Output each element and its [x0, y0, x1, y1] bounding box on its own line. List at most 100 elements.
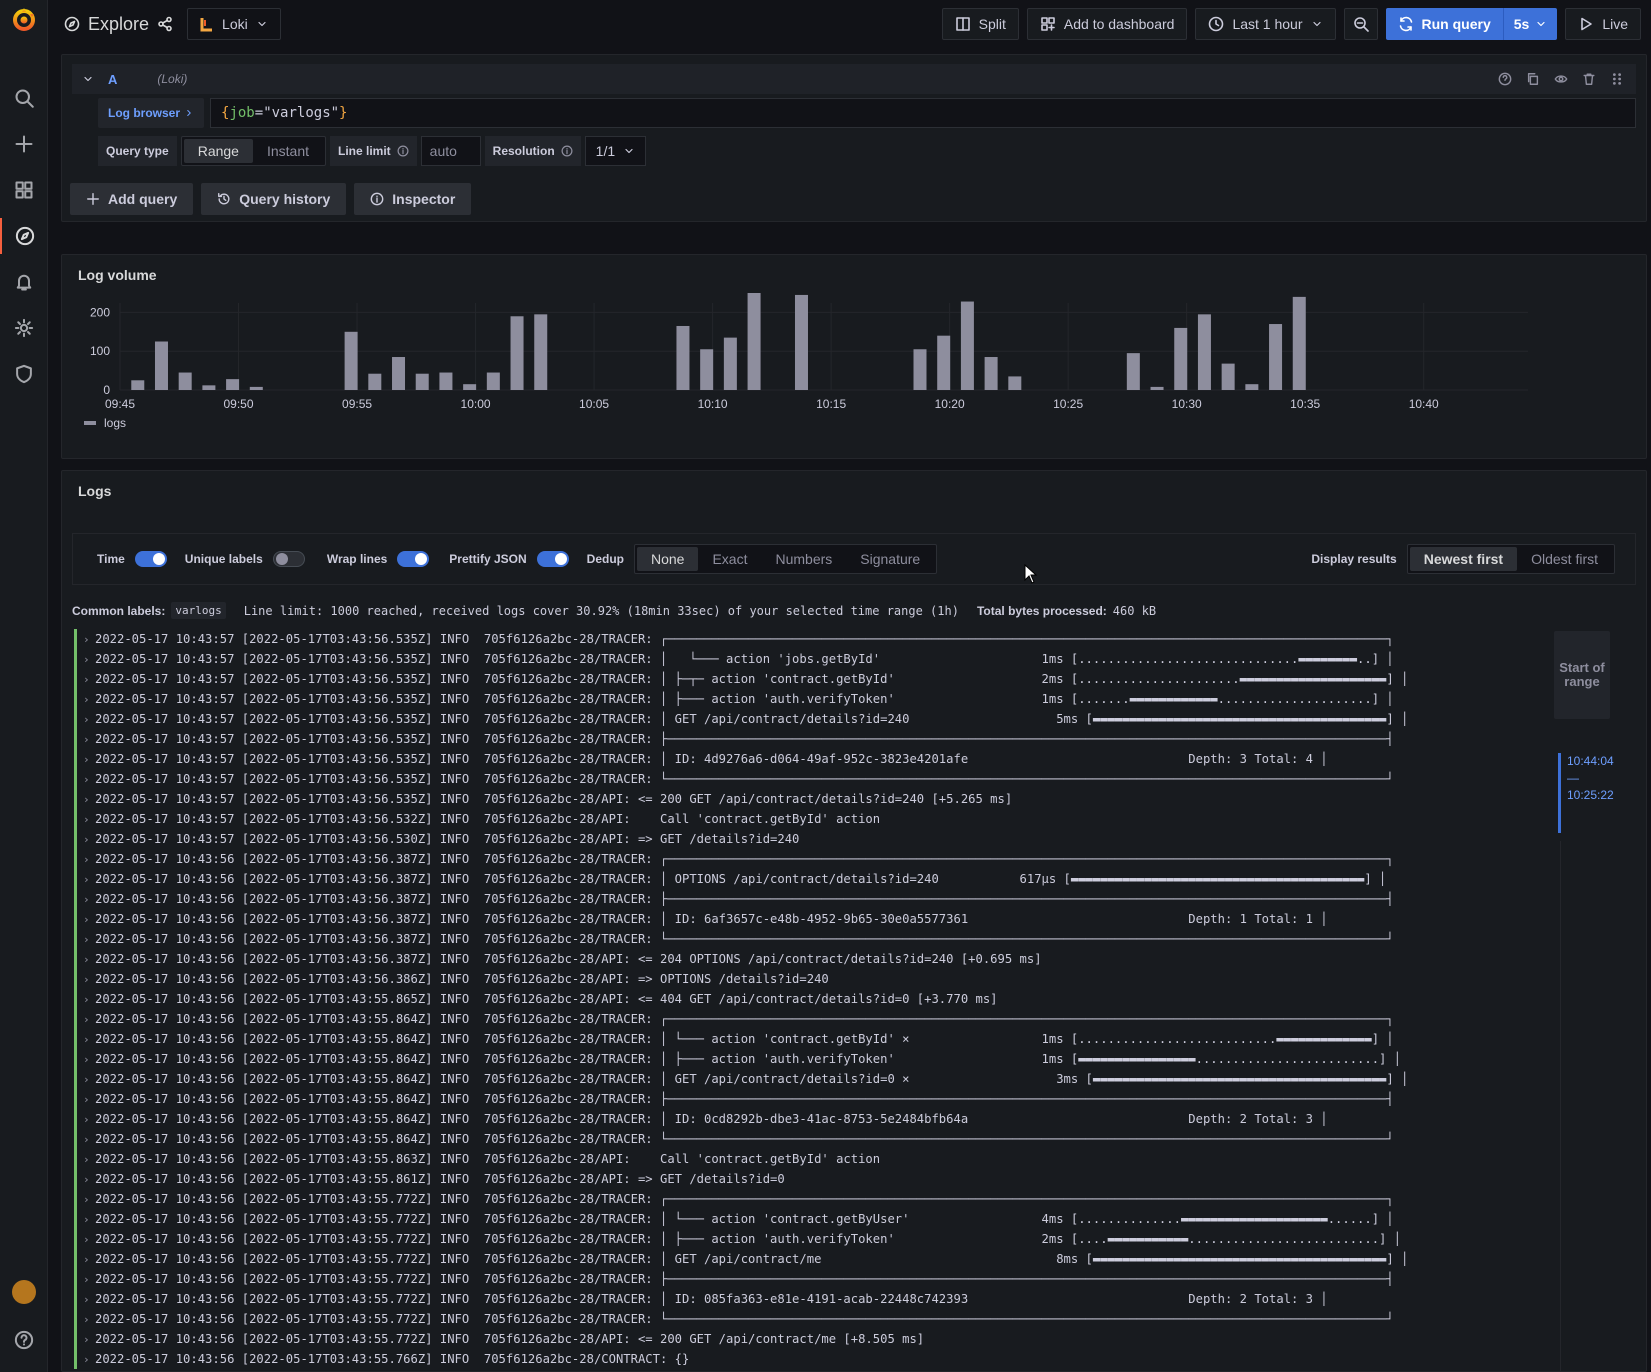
- log-row[interactable]: › 2022-05-17 10:43:56 [2022-05-17T03:43:5…: [74, 1229, 1454, 1249]
- log-row[interactable]: › 2022-05-17 10:43:56 [2022-05-17T03:43:5…: [74, 889, 1454, 909]
- expand-chevron-icon[interactable]: ›: [83, 750, 95, 769]
- help-icon[interactable]: [1498, 72, 1512, 86]
- expand-chevron-icon[interactable]: ›: [83, 650, 95, 669]
- line-limit-input[interactable]: auto: [420, 136, 481, 166]
- dedup-option-numbers[interactable]: Numbers: [761, 547, 846, 571]
- expand-chevron-icon[interactable]: ›: [83, 910, 95, 929]
- expand-chevron-icon[interactable]: ›: [83, 630, 95, 649]
- log-row[interactable]: › 2022-05-17 10:43:56 [2022-05-17T03:43:5…: [74, 949, 1454, 969]
- expand-chevron-icon[interactable]: ›: [83, 1330, 95, 1349]
- expand-chevron-icon[interactable]: ›: [83, 790, 95, 809]
- prettify-json-toggle[interactable]: [536, 551, 569, 567]
- log-row[interactable]: › 2022-05-17 10:43:56 [2022-05-17T03:43:5…: [74, 1029, 1454, 1049]
- split-button[interactable]: Split: [941, 8, 1019, 40]
- drag-handle-icon[interactable]: [1610, 72, 1624, 86]
- expand-chevron-icon[interactable]: ›: [83, 710, 95, 729]
- expand-chevron-icon[interactable]: ›: [83, 690, 95, 709]
- expand-chevron-icon[interactable]: ›: [83, 990, 95, 1009]
- zoom-out-button[interactable]: [1343, 8, 1378, 40]
- dedup-option-none[interactable]: None: [637, 547, 699, 571]
- sidebar-item-explore[interactable]: [0, 218, 48, 254]
- expand-chevron-icon[interactable]: ›: [83, 930, 95, 949]
- log-row[interactable]: › 2022-05-17 10:43:56 [2022-05-17T03:43:5…: [74, 849, 1454, 869]
- add-query-button[interactable]: Add query: [70, 183, 194, 215]
- avatar[interactable]: [12, 1280, 36, 1304]
- log-browser-button[interactable]: Log browser: [98, 98, 205, 128]
- log-row[interactable]: › 2022-05-17 10:43:56 [2022-05-17T03:43:5…: [74, 1169, 1454, 1189]
- sort-oldest-first[interactable]: Oldest first: [1517, 547, 1612, 571]
- info-icon[interactable]: [397, 145, 409, 157]
- log-row[interactable]: › 2022-05-17 10:43:56 [2022-05-17T03:43:5…: [74, 1149, 1454, 1169]
- log-row[interactable]: › 2022-05-17 10:43:57 [2022-05-17T03:43:5…: [74, 769, 1454, 789]
- grafana-logo-icon[interactable]: [10, 6, 38, 34]
- log-row[interactable]: › 2022-05-17 10:43:56 [2022-05-17T03:43:5…: [74, 1209, 1454, 1229]
- log-row[interactable]: › 2022-05-17 10:43:56 [2022-05-17T03:43:5…: [74, 909, 1454, 929]
- log-row[interactable]: › 2022-05-17 10:43:56 [2022-05-17T03:43:5…: [74, 989, 1454, 1009]
- expand-chevron-icon[interactable]: ›: [83, 1310, 95, 1329]
- log-row[interactable]: › 2022-05-17 10:43:56 [2022-05-17T03:43:5…: [74, 1289, 1454, 1309]
- log-row[interactable]: › 2022-05-17 10:43:56 [2022-05-17T03:43:5…: [74, 1049, 1454, 1069]
- run-query-button[interactable]: Run query 5s: [1385, 8, 1558, 40]
- log-row[interactable]: › 2022-05-17 10:43:56 [2022-05-17T03:43:5…: [74, 969, 1454, 989]
- log-row[interactable]: › 2022-05-17 10:43:56 [2022-05-17T03:43:5…: [74, 1109, 1454, 1129]
- log-row[interactable]: › 2022-05-17 10:43:56 [2022-05-17T03:43:5…: [74, 1089, 1454, 1109]
- expand-chevron-icon[interactable]: ›: [83, 1230, 95, 1249]
- sidebar-item-server-admin[interactable]: [0, 356, 48, 392]
- sort-newest-first[interactable]: Newest first: [1409, 547, 1518, 571]
- expand-chevron-icon[interactable]: ›: [83, 1270, 95, 1289]
- expand-chevron-icon[interactable]: ›: [83, 1130, 95, 1149]
- expand-chevron-icon[interactable]: ›: [83, 1250, 95, 1269]
- expand-chevron-icon[interactable]: ›: [83, 1210, 95, 1229]
- eye-icon[interactable]: [1554, 72, 1568, 86]
- expand-chevron-icon[interactable]: ›: [83, 1190, 95, 1209]
- query-type-range[interactable]: Range: [183, 139, 253, 163]
- log-row[interactable]: › 2022-05-17 10:43:56 [2022-05-17T03:43:5…: [74, 1189, 1454, 1209]
- expand-chevron-icon[interactable]: ›: [83, 1290, 95, 1309]
- trash-icon[interactable]: [1582, 72, 1596, 86]
- dedup-option-signature[interactable]: Signature: [846, 547, 934, 571]
- expand-chevron-icon[interactable]: ›: [83, 950, 95, 969]
- query-type-instant[interactable]: Instant: [253, 139, 323, 163]
- log-row[interactable]: › 2022-05-17 10:43:56 [2022-05-17T03:43:5…: [74, 1009, 1454, 1029]
- sidebar-item-create[interactable]: [0, 126, 48, 162]
- log-row[interactable]: › 2022-05-17 10:43:56 [2022-05-17T03:43:5…: [74, 1249, 1454, 1269]
- sidebar-item-configuration[interactable]: [0, 310, 48, 346]
- query-history-button[interactable]: Query history: [201, 183, 347, 215]
- expand-chevron-icon[interactable]: ›: [83, 1110, 95, 1129]
- resolution-select[interactable]: 1/1: [584, 136, 647, 166]
- sidebar-item-dashboards[interactable]: [0, 172, 48, 208]
- live-button[interactable]: Live: [1565, 8, 1641, 40]
- expand-chevron-icon[interactable]: ›: [83, 830, 95, 849]
- expand-chevron-icon[interactable]: ›: [83, 1350, 95, 1369]
- expand-chevron-icon[interactable]: ›: [83, 1170, 95, 1189]
- log-row[interactable]: › 2022-05-17 10:43:57 [2022-05-17T03:43:5…: [74, 749, 1454, 769]
- log-row[interactable]: › 2022-05-17 10:43:56 [2022-05-17T03:43:5…: [74, 929, 1454, 949]
- log-row[interactable]: › 2022-05-17 10:43:56 [2022-05-17T03:43:5…: [74, 1329, 1454, 1349]
- add-to-dashboard-button[interactable]: Add to dashboard: [1026, 8, 1188, 40]
- time-range-picker[interactable]: Last 1 hour: [1195, 8, 1336, 40]
- log-row[interactable]: › 2022-05-17 10:43:57 [2022-05-17T03:43:5…: [74, 649, 1454, 669]
- log-row[interactable]: › 2022-05-17 10:43:57 [2022-05-17T03:43:5…: [74, 829, 1454, 849]
- info-icon[interactable]: [561, 145, 573, 157]
- sidebar-item-alerting[interactable]: [0, 264, 48, 300]
- chevron-down-icon[interactable]: [82, 73, 94, 85]
- expand-chevron-icon[interactable]: ›: [83, 1090, 95, 1109]
- log-row[interactable]: › 2022-05-17 10:43:56 [2022-05-17T03:43:5…: [74, 1129, 1454, 1149]
- log-row[interactable]: › 2022-05-17 10:43:56 [2022-05-17T03:43:5…: [74, 1349, 1454, 1369]
- expand-chevron-icon[interactable]: ›: [83, 670, 95, 689]
- log-row[interactable]: › 2022-05-17 10:43:57 [2022-05-17T03:43:5…: [74, 729, 1454, 749]
- log-row[interactable]: › 2022-05-17 10:43:56 [2022-05-17T03:43:5…: [74, 869, 1454, 889]
- expand-chevron-icon[interactable]: ›: [83, 810, 95, 829]
- inspector-button[interactable]: Inspector: [354, 183, 472, 215]
- expand-chevron-icon[interactable]: ›: [83, 1150, 95, 1169]
- sidebar-item-search[interactable]: [0, 80, 48, 116]
- log-row[interactable]: › 2022-05-17 10:43:57 [2022-05-17T03:43:5…: [74, 629, 1454, 649]
- log-row[interactable]: › 2022-05-17 10:43:56 [2022-05-17T03:43:5…: [74, 1069, 1454, 1089]
- dedup-option-exact[interactable]: Exact: [698, 547, 761, 571]
- log-row[interactable]: › 2022-05-17 10:43:57 [2022-05-17T03:43:5…: [74, 689, 1454, 709]
- refresh-interval-picker[interactable]: 5s: [1504, 8, 1558, 40]
- expand-chevron-icon[interactable]: ›: [83, 1030, 95, 1049]
- start-of-range-button[interactable]: Start of range: [1554, 631, 1610, 719]
- expand-chevron-icon[interactable]: ›: [83, 1050, 95, 1069]
- log-row[interactable]: › 2022-05-17 10:43:57 [2022-05-17T03:43:5…: [74, 669, 1454, 689]
